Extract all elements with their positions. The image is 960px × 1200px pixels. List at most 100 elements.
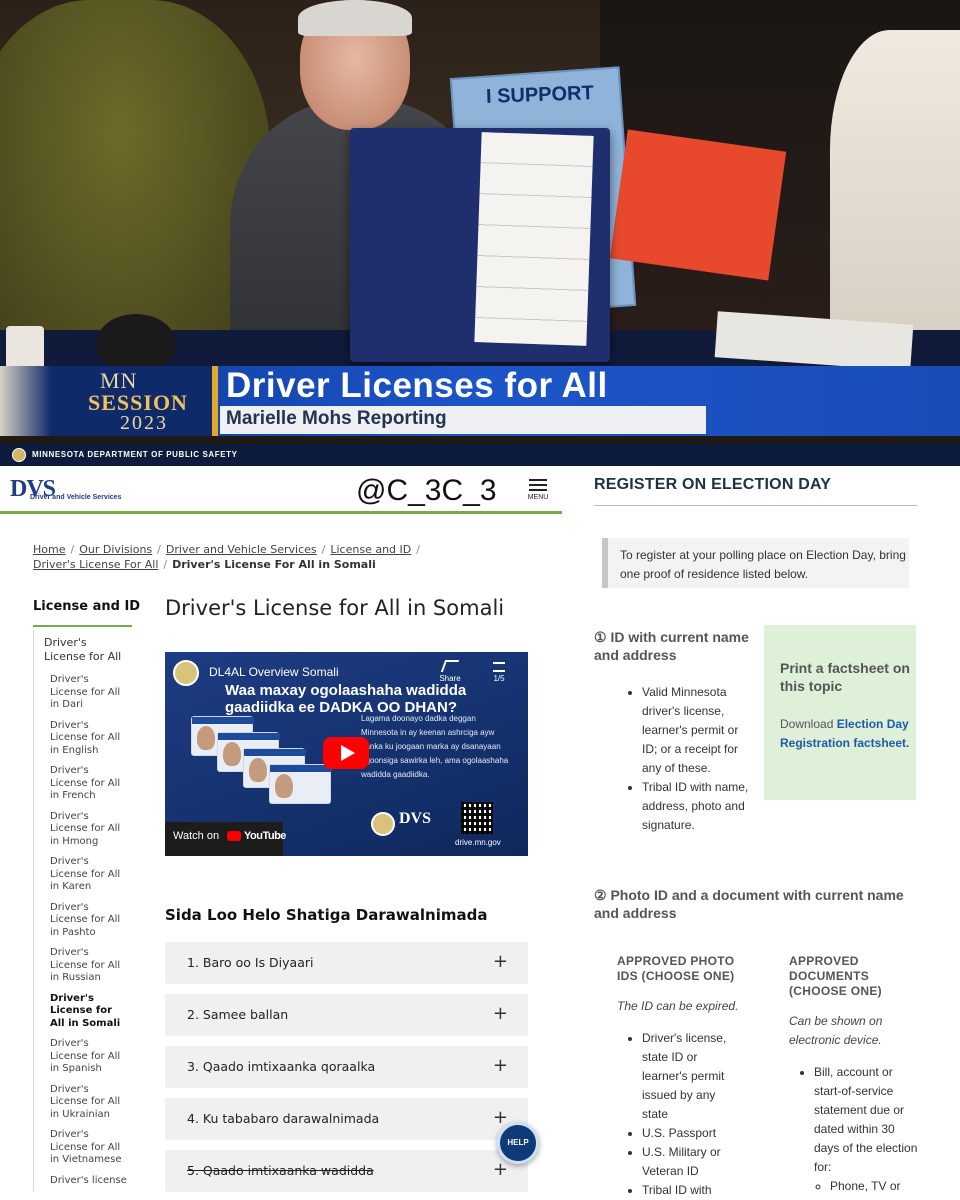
accordion-label: 4. Ku tababaro darawalnimada	[187, 1111, 380, 1126]
license-card-image	[269, 764, 332, 804]
card-photo	[275, 774, 293, 798]
playlist-count: 1/5	[493, 674, 505, 683]
accordion-item-2[interactable]: 2. Samee ballan +	[165, 994, 528, 1036]
breadcrumb-dvs[interactable]: Driver and Vehicle Services	[166, 543, 317, 556]
documents-note: Can be shown on electronic device.	[789, 1014, 883, 1047]
photo-ids-list: Driver's license, state ID or learner's …	[626, 1029, 742, 1200]
list-item: U.S. Passport	[642, 1124, 742, 1143]
accordion-heading: Sida Loo Helo Shatiga Darawalnimada	[165, 906, 488, 924]
sidebar-item-dari[interactable]: Driver's License for All in Dari	[34, 670, 132, 716]
play-icon	[341, 745, 355, 761]
video-body-text: Lagama doonayo dadka deggan Minnesota in…	[361, 714, 509, 779]
notice-text: To register at your polling place on Ele…	[620, 548, 906, 581]
list-item: Tribal ID with name, address, photo and …	[642, 778, 756, 835]
card-band	[270, 765, 332, 772]
plus-icon: +	[492, 1159, 508, 1180]
support-sign-text: I SUPPORT	[485, 82, 595, 108]
hamburger-icon-bar	[529, 484, 547, 486]
breadcrumb-current: Driver's License For All in Somali	[172, 558, 376, 571]
photo-ids-heading: APPROVED PHOTO IDS (CHOOSE ONE)	[617, 954, 735, 983]
sidebar-item-hmong[interactable]: Driver's License for All in Hmong	[34, 807, 132, 853]
sidebar-item-ukrainian[interactable]: Driver's License for All in Ukrainian	[34, 1080, 132, 1126]
plus-icon: +	[492, 1055, 508, 1076]
sidebar-item-dlfa[interactable]: Driver's License for All	[34, 630, 132, 670]
sidebar-item-pashto[interactable]: Driver's License for All in Pashto	[34, 898, 132, 944]
breadcrumb-divisions[interactable]: Our Divisions	[79, 543, 152, 556]
sub-list-item: Phone, TV or	[830, 1177, 922, 1196]
list-item: Driver's license, state ID or learner's …	[642, 1029, 742, 1124]
sidebar-item-karen[interactable]: Driver's License for All in Karen	[34, 852, 132, 898]
youtube-icon	[227, 831, 241, 841]
scene-bowl	[96, 314, 176, 374]
breadcrumb: Home / Our Divisions / Driver and Vehicle Se…	[33, 542, 453, 572]
plus-icon: +	[492, 951, 508, 972]
dvs-header: DVS Driver and Vehicle Services @C_3C_3 …	[0, 466, 562, 514]
documents-heading: APPROVED DOCUMENTS (CHOOSE ONE)	[789, 954, 882, 998]
accordion-item-3[interactable]: 3. Qaado imtixaanka qoraalka +	[165, 1046, 528, 1088]
list-item-text: Bill, account or start-of-service statem…	[814, 1065, 918, 1174]
hamburger-icon-bar	[529, 489, 547, 491]
card-band	[218, 733, 280, 740]
breadcrumb-separator: /	[416, 543, 420, 556]
sidebar-item-somali[interactable]: Driver's License for All in Somali	[34, 989, 132, 1035]
sidebar-item-spanish[interactable]: Driver's License for All in Spanish	[34, 1034, 132, 1080]
scene-person-right	[830, 30, 960, 330]
channel-avatar[interactable]	[173, 660, 199, 686]
factsheet-title: Print a factsheet on this topic	[780, 660, 910, 694]
section-1-list: Valid Minnesota driver's license, learne…	[626, 683, 756, 835]
sidebar-nav: Driver's License for All Driver's Licens…	[33, 630, 132, 1191]
section-1-heading: ① ID with current name and address	[594, 629, 749, 663]
sidebar-item-english[interactable]: Driver's License for All in English	[34, 716, 132, 762]
factsheet-box: Print a factsheet on this topic Download…	[764, 625, 916, 800]
watermark-handle: @C_3C_3	[356, 474, 497, 507]
share-icon	[440, 660, 460, 672]
card-band	[192, 717, 254, 724]
accordion-label: 3. Qaado imtixaanka qoraalka	[187, 1059, 376, 1074]
breadcrumb-dlfa[interactable]: Driver's License For All	[33, 558, 158, 571]
sidebar-item-french[interactable]: Driver's License for All in French	[34, 761, 132, 807]
hamburger-icon	[529, 479, 547, 481]
news-headline: Driver Licenses for All	[226, 366, 608, 405]
youtube-embed[interactable]: DL4AL Overview Somali Waa maxay ogolaash…	[165, 652, 528, 856]
share-button[interactable]: Share	[437, 660, 463, 683]
page-title: Driver's License for All in Somali	[165, 596, 505, 620]
qr-code	[461, 802, 493, 834]
sidebar-item-drivers-license[interactable]: Driver's license	[34, 1171, 132, 1192]
accordion-item-1[interactable]: 1. Baro oo Is Diyaari +	[165, 942, 528, 984]
breadcrumb-license[interactable]: License and ID	[330, 543, 411, 556]
sidebar-item-russian[interactable]: Driver's License for All in Russian	[34, 943, 132, 989]
scene-governor-hair	[298, 0, 412, 36]
sidebar-item-vietnamese[interactable]: Driver's License for All in Vietnamese	[34, 1125, 132, 1171]
dps-bar-text: MINNESOTA DEPARTMENT OF PUBLIC SAFETY	[32, 450, 238, 459]
list-item: Tribal ID with	[642, 1181, 742, 1200]
sidebar-title: License and ID	[33, 599, 141, 614]
help-label: HELP	[507, 1138, 529, 1147]
playlist-button[interactable]: 1/5	[487, 662, 511, 683]
breadcrumb-home[interactable]: Home	[33, 543, 65, 556]
video-dvs-logo: DVS	[399, 810, 432, 827]
section-title: REGISTER ON ELECTION DAY	[594, 476, 832, 493]
scene-red-folder	[609, 129, 787, 281]
plus-icon: +	[492, 1003, 508, 1024]
video-title[interactable]: DL4AL Overview Somali	[209, 665, 339, 679]
photo-ids-note: The ID can be expired.	[617, 999, 739, 1013]
title-divider	[594, 505, 917, 506]
help-button[interactable]: HELP	[497, 1122, 539, 1164]
scene-signed-bill	[474, 132, 594, 346]
reporter-credit: Marielle Mohs Reporting	[226, 408, 447, 429]
video-url: drive.mn.gov	[455, 838, 501, 847]
menu-button[interactable]: MENU	[524, 476, 552, 508]
youtube-wordmark: YouTube	[244, 830, 286, 842]
accordion-item-5[interactable]: 5. Qaado imtixaanka wadidda +	[165, 1150, 528, 1192]
section-2-heading: ② Photo ID and a document with current n…	[594, 887, 904, 921]
list-item: Bill, account or start-of-service statem…	[814, 1063, 922, 1196]
election-day-webpage: REGISTER ON ELECTION DAY To register at …	[562, 466, 960, 1200]
breadcrumb-separator: /	[157, 543, 161, 556]
lower-third-divider	[212, 366, 218, 436]
card-photo	[223, 742, 241, 766]
session-year-text: 2023	[120, 412, 168, 434]
factsheet-prefix: Download	[780, 717, 837, 731]
card-photo	[249, 758, 267, 782]
list-item: Valid Minnesota driver's license, learne…	[642, 683, 756, 778]
accordion-item-4[interactable]: 4. Ku tababaro darawalnimada +	[165, 1098, 528, 1140]
